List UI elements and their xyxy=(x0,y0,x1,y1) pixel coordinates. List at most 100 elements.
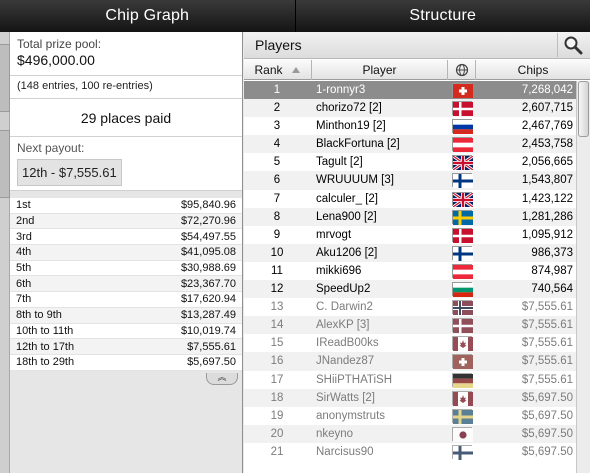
column-player[interactable]: Player xyxy=(312,60,448,80)
collapse-toggle-icon[interactable]: ︽ xyxy=(206,373,238,385)
player-row[interactable]: 11 mikki696 874,987 xyxy=(244,261,576,281)
country-flag-icon xyxy=(450,208,474,226)
player-chips: 2,467,769 xyxy=(521,120,573,133)
player-name: anonymstruts xyxy=(316,409,386,422)
player-row[interactable]: 2 chorizo72 [2] 2,607,715 xyxy=(244,99,576,118)
next-payout-value: 12th - $7,555.61 xyxy=(17,159,122,186)
column-rank[interactable]: Rank xyxy=(244,60,312,80)
player-row[interactable]: 3 Minthon19 [2] 2,467,769 xyxy=(244,117,576,136)
tab-structure[interactable]: Structure xyxy=(295,0,590,32)
player-chips: $7,555.61 xyxy=(521,355,573,368)
player-row[interactable]: 1 1-ronnyr3 7,268,042 xyxy=(244,81,576,100)
player-row[interactable]: 15 IReadB00ks $7,555.61 xyxy=(244,334,576,353)
player-rank: 15 xyxy=(270,337,284,350)
player-row[interactable]: 18 SirWatts [2] $5,697.50 xyxy=(244,388,576,407)
payout-place: 18th to 29th xyxy=(16,356,75,369)
country-flag-icon xyxy=(450,334,474,352)
player-name: calculer_ [2] xyxy=(316,192,379,205)
player-name: BlackFortuna [2] xyxy=(316,138,400,151)
player-chips: 986,373 xyxy=(531,246,573,259)
column-chips[interactable]: Chips xyxy=(476,60,590,80)
player-row[interactable]: 13 C. Darwin2 $7,555.61 xyxy=(244,298,576,317)
tab-chip-graph[interactable]: Chip Graph xyxy=(0,0,296,32)
player-rank: 1 xyxy=(273,84,281,96)
payout-amount: $7,555.61 xyxy=(187,340,236,353)
country-flag-icon xyxy=(450,117,474,135)
player-row[interactable]: 5 Tagult [2] 2,056,665 xyxy=(244,153,576,172)
places-paid: 29 places paid xyxy=(10,99,242,137)
players-scrollbar[interactable] xyxy=(576,81,590,473)
search-button[interactable] xyxy=(557,33,587,57)
player-rank: 13 xyxy=(270,301,284,314)
player-rank: 9 xyxy=(273,228,281,241)
side-handle-bottom[interactable] xyxy=(0,130,10,198)
country-flag-icon xyxy=(450,153,474,172)
country-flag-icon xyxy=(450,425,474,443)
player-chips: 740,564 xyxy=(531,283,573,296)
player-chips: $5,697.50 xyxy=(521,445,573,458)
player-name: Aku1206 [2] xyxy=(316,246,378,259)
player-chips: 2,607,715 xyxy=(521,102,573,115)
player-row[interactable]: 14 AlexKP [3] $7,555.61 xyxy=(244,316,576,335)
player-rank: 14 xyxy=(270,319,284,332)
player-chips: 7,268,042 xyxy=(521,84,573,96)
country-flag-icon xyxy=(450,280,474,298)
payout-amount: $41,095.08 xyxy=(180,246,236,259)
player-row[interactable]: 17 SHiiPTHATiSH $7,555.61 xyxy=(244,370,576,389)
payout-place: 7th xyxy=(16,293,32,306)
scrollbar-thumb[interactable] xyxy=(578,81,589,137)
player-chips: 1,543,807 xyxy=(521,174,573,187)
player-row[interactable]: 8 Lena900 [2] 1,281,286 xyxy=(244,207,576,226)
player-row[interactable]: 7 calculer_ [2] 1,423,122 xyxy=(244,189,576,208)
player-name: C. Darwin2 xyxy=(316,301,373,314)
player-chips: 874,987 xyxy=(531,264,573,277)
country-flag-icon xyxy=(450,171,474,189)
payout-amount: $30,988.69 xyxy=(180,262,236,275)
player-row[interactable]: 6 WRUUUUM [3] 1,543,807 xyxy=(244,171,576,190)
payout-row: 4th $41,095.08 xyxy=(10,245,242,261)
player-name: mikki696 xyxy=(316,264,362,277)
player-row[interactable]: 4 BlackFortuna [2] 2,453,758 xyxy=(244,135,576,154)
payout-place: 10th to 11th xyxy=(16,324,74,337)
next-payout-label: Next payout: xyxy=(17,141,85,155)
player-row[interactable]: 19 anonymstruts $5,697.50 xyxy=(244,406,576,425)
player-name: AlexKP [3] xyxy=(316,319,370,332)
player-chips: $5,697.50 xyxy=(521,391,573,404)
players-title: Players xyxy=(255,37,302,53)
prize-pool-label: Total prize pool: xyxy=(17,37,102,51)
player-row[interactable]: 20 nkeyno $5,697.50 xyxy=(244,424,576,443)
column-country[interactable] xyxy=(448,60,476,80)
tournament-lobby: Chip Graph Structure Total prize pool: $… xyxy=(0,0,590,473)
country-flag-icon xyxy=(450,135,474,153)
payout-amount: $54,497.55 xyxy=(180,230,236,243)
player-chips: $5,697.50 xyxy=(521,427,573,440)
player-row[interactable]: 21 Narcisus90 $5,697.50 xyxy=(244,442,576,461)
player-row[interactable]: 16 JNandez87 $7,555.61 xyxy=(244,352,576,371)
players-list: 1 1-ronnyr3 7,268,042 2 chorizo72 [2] 2,607,7… xyxy=(244,81,576,473)
payout-row: 7th $17,620.94 xyxy=(10,292,242,308)
player-chips: $5,697.50 xyxy=(521,409,573,422)
country-flag-icon xyxy=(450,389,474,407)
payout-amount: $10,019.74 xyxy=(180,324,236,337)
player-row[interactable]: 12 SpeedUp2 740,564 xyxy=(244,280,576,299)
prize-panel: Total prize pool: $496,000.00 (148 entri… xyxy=(10,32,243,473)
player-chips: 2,453,758 xyxy=(521,138,573,151)
magnifier-icon xyxy=(564,36,582,55)
payout-row: 10th to 11th $10,019.74 xyxy=(10,323,242,340)
player-row[interactable]: 10 Aku1206 [2] 986,373 xyxy=(244,243,576,262)
side-handle-top[interactable] xyxy=(0,44,10,112)
country-flag-icon xyxy=(450,81,474,99)
next-payout: Next payout: 12th - $7,555.61 xyxy=(10,137,242,191)
player-chips: $7,555.61 xyxy=(521,319,573,332)
payout-amount: $5,697.50 xyxy=(187,356,236,369)
players-column-header: Rank Player Chips xyxy=(244,60,590,80)
entries-text: (148 entries, 100 re-entries) xyxy=(10,76,242,99)
player-chips: $7,555.61 xyxy=(521,301,573,314)
player-rank: 17 xyxy=(270,373,284,386)
column-chips-label: Chips xyxy=(517,63,549,77)
player-row[interactable]: 9 mrvogt 1,095,912 xyxy=(244,225,576,244)
player-chips: $7,555.61 xyxy=(521,373,573,386)
player-name: chorizo72 [2] xyxy=(316,102,382,115)
player-name: Tagult [2] xyxy=(316,156,363,169)
player-rank: 6 xyxy=(273,174,281,187)
